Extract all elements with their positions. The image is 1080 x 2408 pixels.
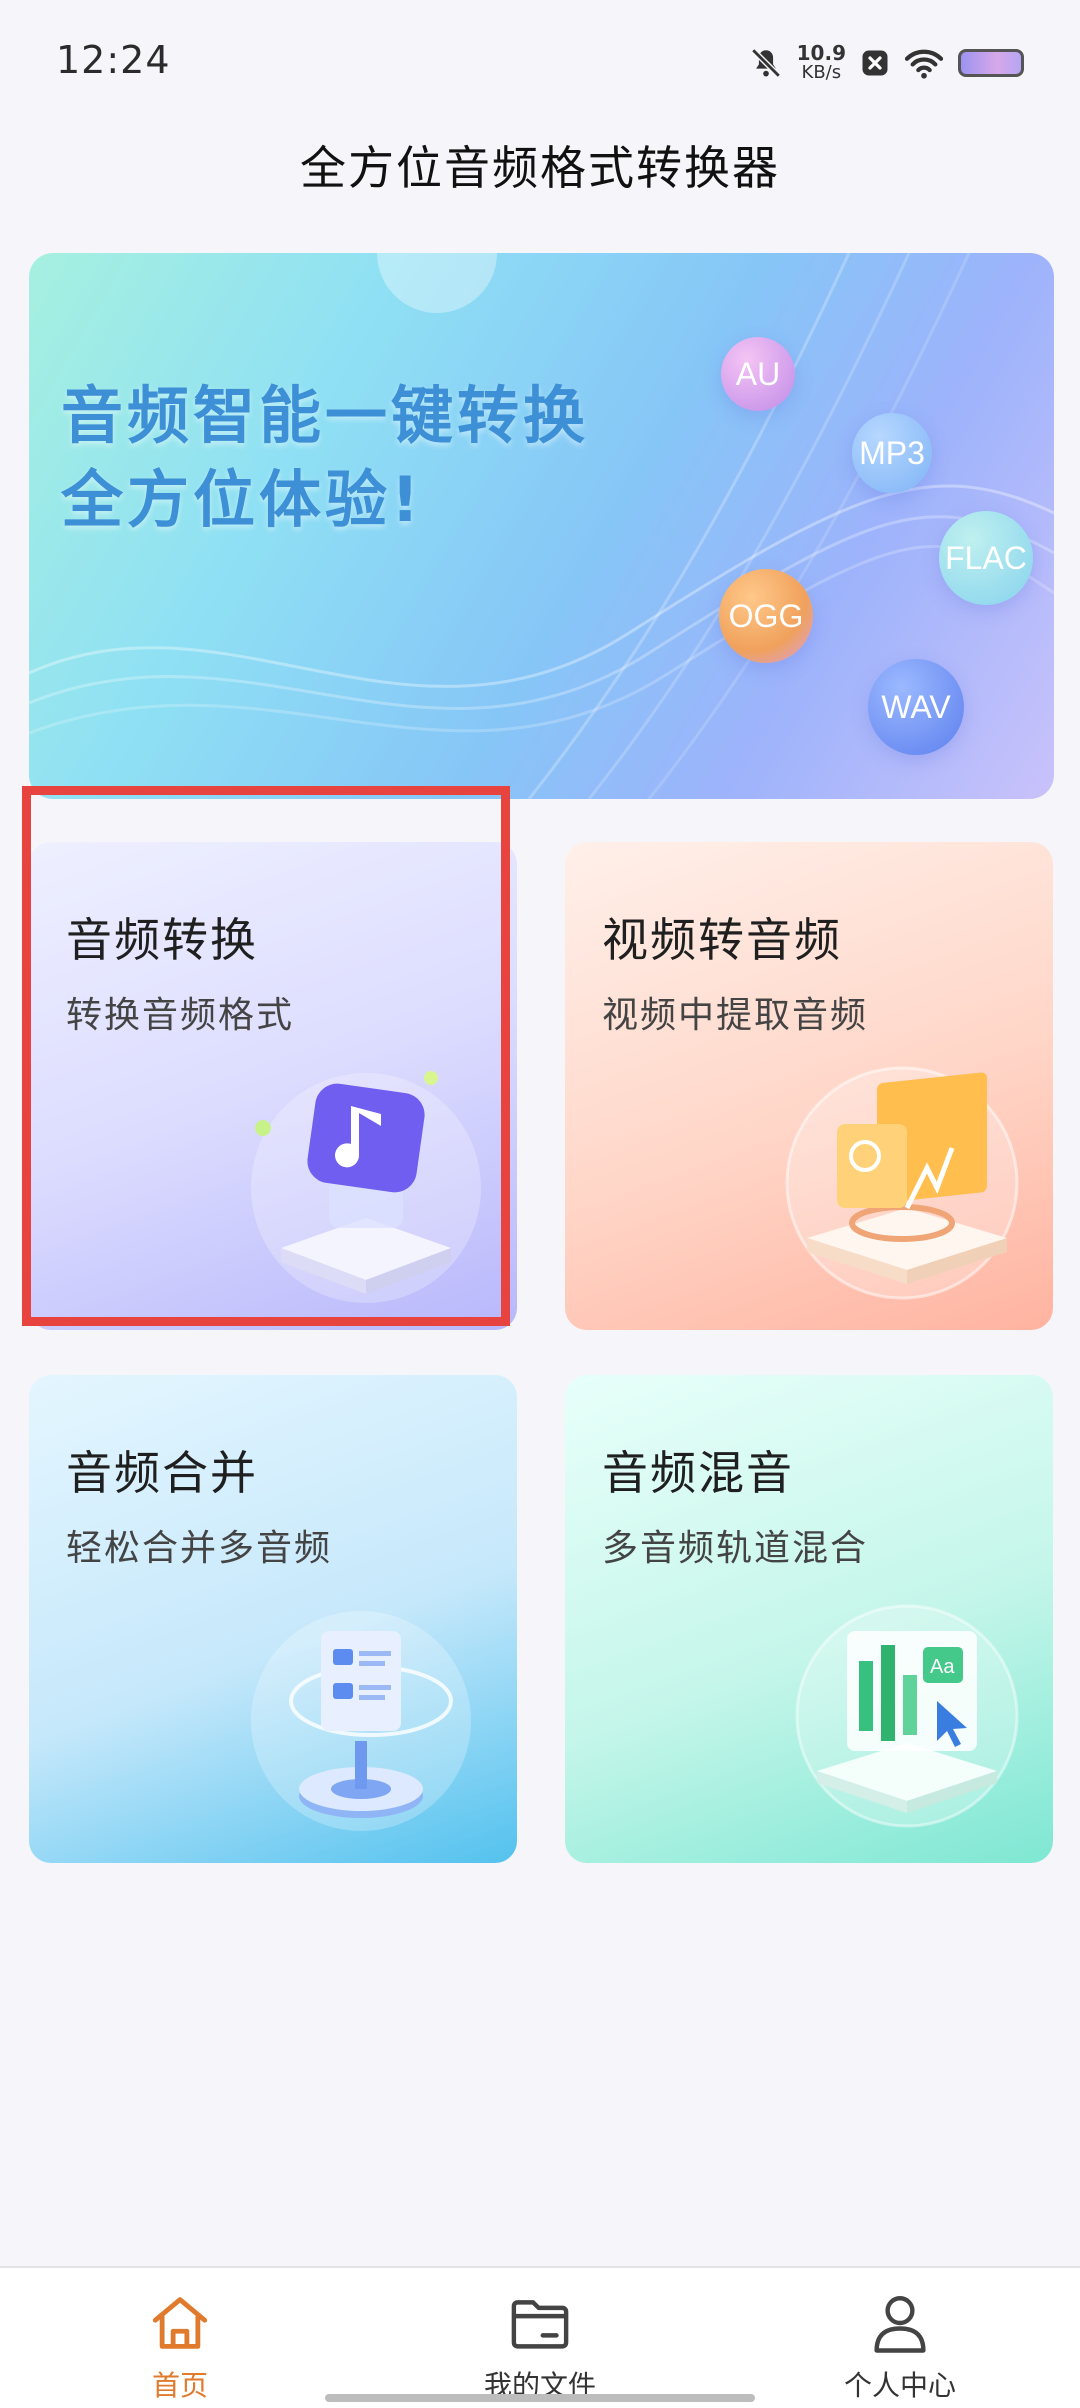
- home-icon: [152, 2297, 208, 2349]
- merge-icon: [251, 1611, 471, 1831]
- card-subtitle: 多音频轨道混合: [602, 1528, 869, 1569]
- bottom-nav: 首页 我的文件 个人中心: [0, 2266, 1080, 2408]
- title-bar: 全方位音频格式转换器: [0, 120, 1080, 210]
- video-to-audio-card[interactable]: 视频转音频 视频中提取音频: [565, 842, 1053, 1330]
- close-box-icon: [862, 50, 888, 76]
- nav-item-files[interactable]: 我的文件: [360, 2268, 720, 2408]
- mix-icon: Aa: [795, 1604, 1019, 1828]
- audio-convert-card[interactable]: 音频转换 转换音频格式: [29, 842, 517, 1330]
- promo-banner[interactable]: 音频智能一键转换 全方位体验! AU MP3 FLAC OGG WAV: [29, 253, 1054, 799]
- net-speed: 10.9 KB/s: [796, 41, 846, 83]
- banner-subheadline: 全方位体验!: [61, 463, 424, 536]
- card-title: 音频混音: [602, 1446, 794, 1500]
- svg-text:Aa: Aa: [930, 1656, 955, 1678]
- home-indicator[interactable]: [325, 2394, 755, 2402]
- person-icon: [874, 2296, 926, 2353]
- audio-mix-card[interactable]: 音频混音 多音频轨道混合 Aa: [565, 1375, 1053, 1863]
- page-title: 全方位音频格式转换器: [300, 141, 780, 195]
- nav-item-profile[interactable]: 个人中心: [720, 2268, 1080, 2408]
- format-bubble-flac: FLAC: [939, 511, 1033, 605]
- nav-label: 个人中心: [843, 2369, 956, 2402]
- net-speed-value: 10.9: [796, 41, 846, 65]
- format-bubble-mp3: MP3: [852, 413, 932, 493]
- format-bubble-wav: WAV: [868, 659, 964, 755]
- card-subtitle: 视频中提取音频: [602, 995, 869, 1036]
- audio-merge-card[interactable]: 音频合并 轻松合并多音频: [29, 1375, 517, 1863]
- battery-icon: [958, 49, 1024, 77]
- music-note-icon: [251, 1071, 481, 1303]
- format-bubble-ogg: OGG: [719, 569, 813, 663]
- net-speed-unit: KB/s: [801, 62, 842, 83]
- card-title: 音频转换: [66, 913, 258, 967]
- screen: 12:24 10.9 KB/s 全方位音频格式转换器 音频智能一键转换 全方位体…: [0, 0, 1080, 2408]
- nav-label: 首页: [151, 2369, 208, 2402]
- bell-muted-icon: [750, 48, 781, 78]
- banner-headline: 音频智能一键转换: [61, 379, 590, 452]
- status-icons: 10.9 KB/s: [749, 40, 1024, 86]
- wifi-icon: [904, 49, 944, 79]
- card-title: 音频合并: [66, 1446, 258, 1500]
- folder-icon: [511, 2300, 569, 2349]
- card-subtitle: 转换音频格式: [66, 995, 295, 1036]
- status-bar: 12:24 10.9 KB/s: [0, 0, 1080, 120]
- card-subtitle: 轻松合并多音频: [66, 1528, 333, 1569]
- nav-item-home[interactable]: 首页: [0, 2268, 360, 2408]
- status-time: 12:24: [56, 38, 171, 82]
- video-extract-icon: [785, 1066, 1019, 1300]
- format-bubble-au: AU: [721, 337, 795, 411]
- card-title: 视频转音频: [602, 913, 842, 967]
